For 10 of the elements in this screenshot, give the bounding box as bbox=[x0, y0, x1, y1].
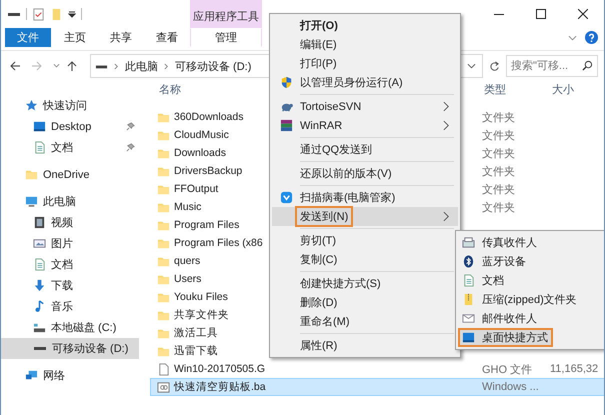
file-type: 文件夹 bbox=[482, 130, 515, 142]
file-size: 11,165,32 bbox=[550, 363, 598, 375]
file-type: 文件夹 bbox=[482, 112, 515, 124]
file-type: Windows ... bbox=[482, 381, 539, 393]
file-type: 文件夹 bbox=[482, 148, 515, 160]
file-type: 文件夹 bbox=[482, 184, 515, 196]
tab-group-header: 应用程序工具 bbox=[190, 0, 262, 28]
file-type: 文件夹 bbox=[482, 166, 515, 178]
file-type: GHO 文件 bbox=[482, 364, 532, 376]
file-type: 文件夹 bbox=[482, 202, 515, 214]
